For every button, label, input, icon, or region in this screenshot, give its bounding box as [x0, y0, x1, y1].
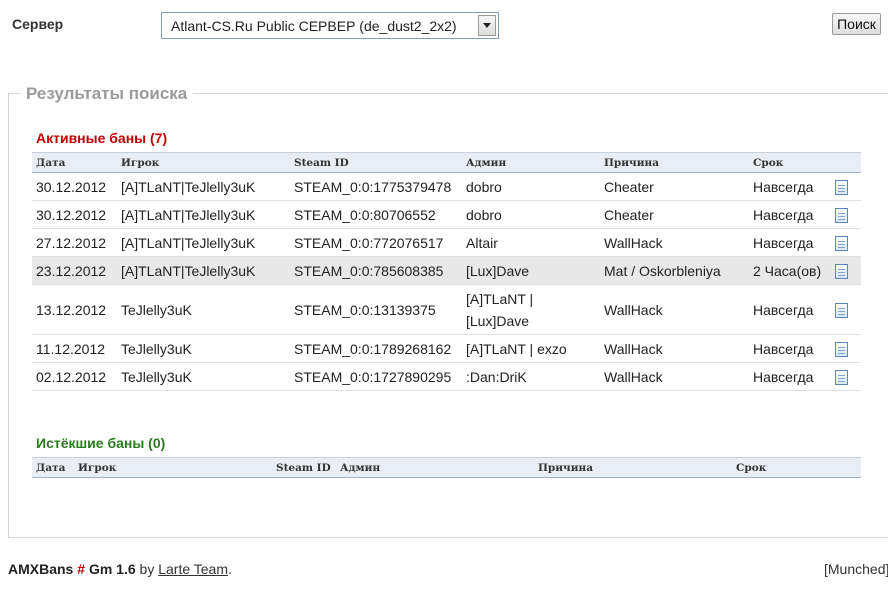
ban-row[interactable]: 11.12.2012 TeJlelly3uK STEAM_0:0:178926816… [32, 334, 861, 363]
details-cell[interactable] [831, 228, 861, 257]
active-bans-title: Активные баны (7) [36, 130, 168, 146]
server-label: Сервер [12, 16, 64, 32]
details-cell[interactable] [831, 200, 861, 229]
steam-id: STEAM_0:0:1775379478 [290, 172, 462, 201]
details-icon[interactable] [835, 208, 848, 224]
ban-row[interactable]: 02.12.2012 TeJlelly3uK STEAM_0:0:172789029… [32, 362, 861, 391]
player-name: [A]TLaNT|TeJlelly3uK [117, 228, 290, 257]
ban-length: Навсегда [749, 200, 831, 229]
admin-name: [Lux]Dave [462, 256, 600, 285]
footer-brand: AMXBans [8, 561, 74, 577]
details-icon[interactable] [835, 342, 848, 358]
footer-credits: AMXBans # Gm 1.6 by Larte Team. [8, 561, 232, 577]
details-icon[interactable] [835, 264, 848, 280]
player-name: [A]TLaNT|TeJlelly3uK [117, 200, 290, 229]
column-header-admin: Админ [336, 457, 534, 478]
ban-row[interactable]: 27.12.2012 [A]TLaNT|TeJlelly3uK STEAM_0:0:… [32, 228, 861, 257]
steam-id: STEAM_0:0:1789268162 [290, 334, 462, 363]
footer-hash: # [77, 561, 86, 577]
column-header-details [831, 152, 861, 173]
ban-length: 2 Часа(ов) [749, 256, 831, 285]
column-header-length: Срок [732, 457, 861, 478]
expired-bans-header-row: Дата Игрок Steam ID Админ Причина Срок [32, 457, 861, 478]
column-header-steam-id: Steam ID [272, 457, 336, 478]
ban-reason: WallHack [600, 334, 749, 363]
admin-name: [A]TLaNT | [Lux]Dave [462, 284, 600, 335]
ban-length: Навсегда [749, 228, 831, 257]
expired-bans-table: Дата Игрок Steam ID Админ Причина Срок [32, 457, 861, 478]
ban-date: 13.12.2012 [32, 284, 117, 335]
player-name: TeJlelly3uK [117, 334, 290, 363]
column-header-steam-id: Steam ID [290, 152, 462, 173]
footer-munched: [Munched] [824, 561, 888, 577]
active-bans-table: Дата Игрок Steam ID Админ Причина Срок 3… [32, 152, 861, 391]
ban-date: 11.12.2012 [32, 334, 117, 363]
details-icon[interactable] [835, 303, 848, 319]
admin-name: dobro [462, 172, 600, 201]
ban-date: 30.12.2012 [32, 200, 117, 229]
column-header-date: Дата [32, 152, 117, 173]
ban-date: 02.12.2012 [32, 362, 117, 391]
details-icon[interactable] [835, 370, 848, 386]
details-cell[interactable] [831, 284, 861, 335]
dropdown-arrow-icon[interactable] [478, 15, 496, 36]
ban-row[interactable]: 30.12.2012 [A]TLaNT|TeJlelly3uK STEAM_0:0:… [32, 200, 861, 229]
ban-row[interactable]: 30.12.2012 [A]TLaNT|TeJlelly3uK STEAM_0:0:… [32, 172, 861, 201]
ban-reason: WallHack [600, 362, 749, 391]
active-bans-header-row: Дата Игрок Steam ID Админ Причина Срок [32, 152, 861, 173]
steam-id: STEAM_0:0:1727890295 [290, 362, 462, 391]
ban-length: Навсегда [749, 284, 831, 335]
search-button[interactable]: Поиск [832, 13, 881, 35]
ban-reason: Cheater [600, 200, 749, 229]
details-cell[interactable] [831, 334, 861, 363]
results-legend: Результаты поиска [20, 84, 194, 104]
column-header-player: Игрок [74, 457, 272, 478]
server-select[interactable]: Atlant-CS.Ru Public СЕРВЕР (de_dust2_2x2… [161, 12, 499, 39]
ban-row[interactable]: 23.12.2012 [A]TLaNT|TeJlelly3uK STEAM_0:0:… [32, 256, 861, 285]
ban-row[interactable]: 13.12.2012 TeJlelly3uK STEAM_0:0:13139375[… [32, 284, 861, 335]
admin-name: :Dan:DriK [462, 362, 600, 391]
ban-date: 30.12.2012 [32, 172, 117, 201]
details-icon[interactable] [835, 180, 848, 196]
steam-id: STEAM_0:0:772076517 [290, 228, 462, 257]
details-icon[interactable] [835, 236, 848, 252]
admin-name: Altair [462, 228, 600, 257]
ban-length: Навсегда [749, 172, 831, 201]
steam-id: STEAM_0:0:785608385 [290, 256, 462, 285]
player-name: TeJlelly3uK [117, 362, 290, 391]
steam-id: STEAM_0:0:13139375 [290, 284, 462, 335]
footer-by: by [139, 561, 155, 577]
ban-date: 23.12.2012 [32, 256, 117, 285]
expired-bans-title: Истёкшие баны (0) [36, 435, 166, 451]
footer-version: Gm 1.6 [88, 561, 136, 577]
column-header-reason: Причина [600, 152, 749, 173]
column-header-player: Игрок [117, 152, 290, 173]
ban-reason: Mat / Oskorbleniya [600, 256, 749, 285]
ban-reason: Cheater [600, 172, 749, 201]
ban-reason: WallHack [600, 284, 749, 335]
ban-length: Навсегда [749, 334, 831, 363]
details-cell[interactable] [831, 362, 861, 391]
ban-length: Навсегда [749, 362, 831, 391]
details-cell[interactable] [831, 172, 861, 201]
column-header-length: Срок [749, 152, 831, 173]
ban-date: 27.12.2012 [32, 228, 117, 257]
column-header-date: Дата [32, 457, 74, 478]
footer-team-link[interactable]: Larte Team [158, 561, 228, 577]
player-name: [A]TLaNT|TeJlelly3uK [117, 172, 290, 201]
player-name: TeJlelly3uK [117, 284, 290, 335]
details-cell[interactable] [831, 256, 861, 285]
admin-name: [A]TLaNT | exzo [462, 334, 600, 363]
admin-name: dobro [462, 200, 600, 229]
player-name: [A]TLaNT|TeJlelly3uK [117, 256, 290, 285]
column-header-reason: Причина [534, 457, 732, 478]
ban-reason: WallHack [600, 228, 749, 257]
column-header-admin: Админ [462, 152, 600, 173]
server-select-value: Atlant-CS.Ru Public СЕРВЕР (de_dust2_2x2… [171, 17, 457, 34]
steam-id: STEAM_0:0:80706552 [290, 200, 462, 229]
footer-dot: . [228, 561, 232, 577]
